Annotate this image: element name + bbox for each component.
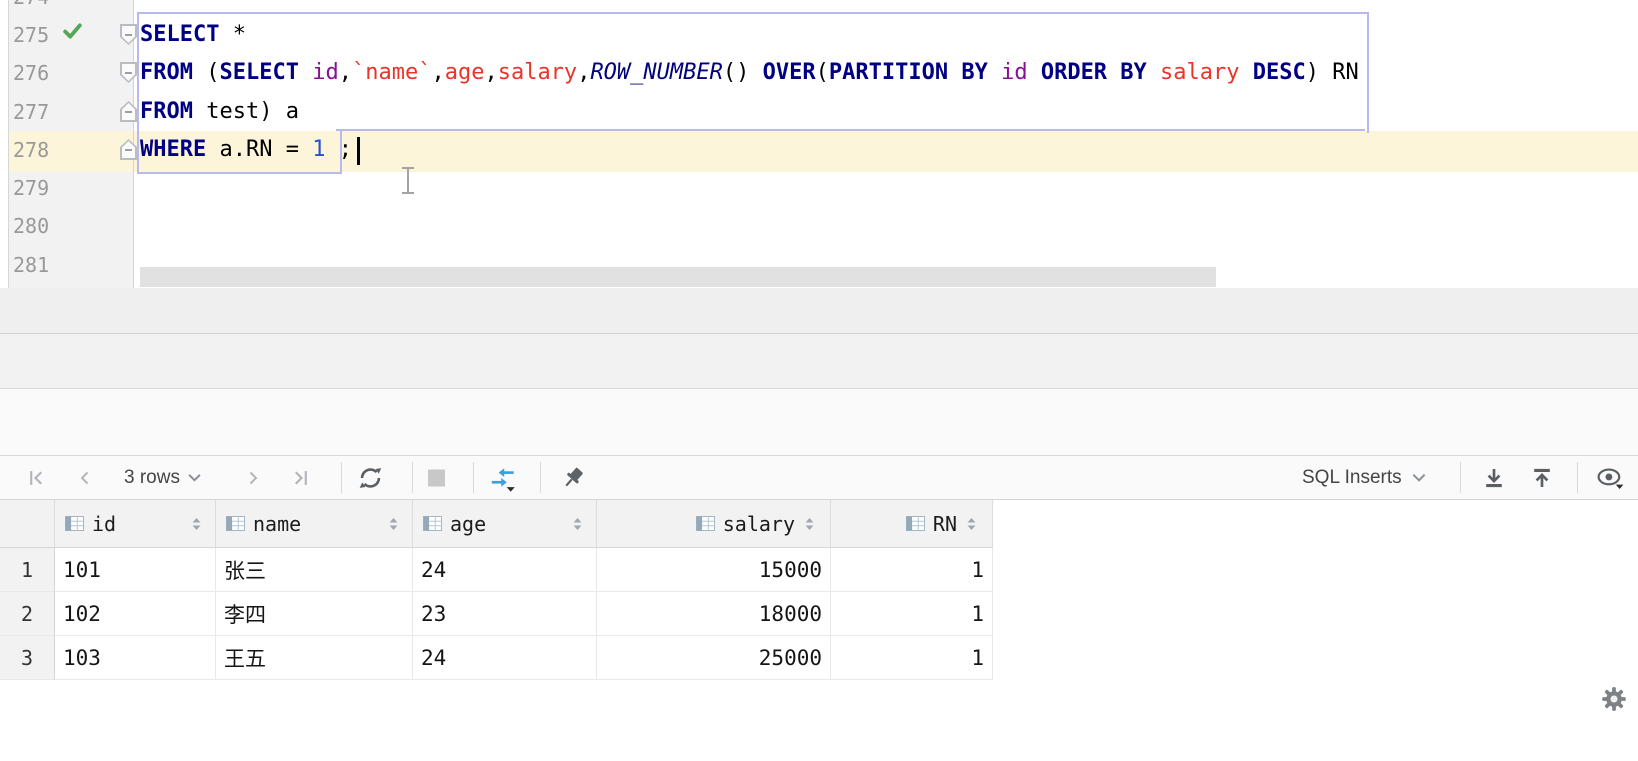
view-options-button[interactable]	[1596, 467, 1624, 489]
column-icon	[696, 516, 715, 531]
mouse-ibeam-cursor	[400, 167, 416, 194]
statement-executed-check-icon	[62, 22, 83, 45]
column-icon	[65, 516, 84, 531]
fold-region-start-marker[interactable]	[120, 24, 137, 45]
datagrip-window: 274 275 276 277 278 279 280 281 SELECT *…	[0, 0, 1638, 761]
first-page-button[interactable]	[26, 468, 47, 487]
toolbar-separator	[473, 462, 474, 493]
sort-arrows-icon[interactable]	[192, 517, 201, 531]
cell-age[interactable]: 24	[413, 548, 597, 592]
result-toolbar: 3 rows	[0, 456, 1638, 499]
sort-arrows-icon[interactable]	[573, 517, 582, 531]
export-download-button[interactable]	[1482, 466, 1506, 490]
page-size-dropdown[interactable]: 3 rows	[124, 467, 201, 489]
fold-region-start-marker[interactable]	[120, 62, 137, 83]
column-label: RN	[933, 512, 957, 536]
column-label: name	[253, 512, 301, 536]
code-line-277: FROM test) a	[140, 98, 299, 126]
cell-rn[interactable]: 1	[831, 548, 993, 592]
toolbar-separator	[412, 462, 413, 493]
cell-age[interactable]: 24	[413, 636, 597, 680]
cell-name[interactable]: 李四	[216, 592, 413, 636]
statement-highlight-box-edge	[336, 129, 1365, 131]
result-tab-bar: >↓ Output Result 64 ×	[0, 389, 1638, 455]
cell-name[interactable]: 王五	[216, 636, 413, 680]
code-line-276: FROM (SELECT id,`name`,age,salary,ROW_NU…	[140, 59, 1359, 87]
export-format-dropdown[interactable]: SQL Inserts	[1302, 467, 1426, 489]
stop-icon	[428, 469, 445, 486]
compare-data-button[interactable]	[489, 464, 517, 491]
previous-page-button[interactable]	[76, 468, 94, 487]
rows-count-label: 3 rows	[124, 467, 180, 489]
chevron-down-icon	[1412, 473, 1426, 482]
editor-horizontal-scrollbar[interactable]	[140, 267, 1216, 287]
reload-page-button[interactable]	[357, 464, 384, 491]
stop-button	[428, 469, 445, 486]
sql-editor[interactable]: 274 275 276 277 278 279 280 281 SELECT *…	[0, 0, 1638, 333]
editor-bottom-strip	[0, 288, 1638, 333]
import-upload-button[interactable]	[1530, 466, 1554, 490]
toolbar-separator	[540, 462, 541, 493]
column-label: id	[92, 512, 116, 536]
toolbar-separator	[1577, 462, 1578, 493]
cell-id[interactable]: 102	[55, 592, 216, 636]
cell-id[interactable]: 103	[55, 636, 216, 680]
upload-icon	[1530, 466, 1554, 490]
line-number: 274	[13, 0, 83, 10]
code-line-275: SELECT *	[140, 21, 246, 49]
sort-arrows-icon[interactable]	[967, 517, 976, 531]
column-label: salary	[723, 512, 795, 536]
last-page-button[interactable]	[290, 468, 311, 487]
toolbar-separator	[1460, 462, 1461, 493]
cell-rn[interactable]: 1	[831, 592, 993, 636]
line-number: 281	[13, 252, 83, 278]
row-number: 1	[0, 548, 55, 592]
chevron-down-icon	[188, 473, 201, 482]
column-label: age	[450, 512, 486, 536]
code-line-278: WHERE a.RN = 1 ;	[140, 136, 352, 164]
eye-icon	[1596, 467, 1624, 489]
line-number: 280	[13, 213, 83, 239]
line-number: 278	[13, 137, 83, 163]
column-header-salary[interactable]: salary	[597, 500, 831, 548]
line-number: 276	[13, 60, 83, 86]
toolbar-separator	[341, 462, 342, 493]
cell-salary[interactable]: 18000	[597, 592, 831, 636]
column-icon	[226, 516, 245, 531]
sort-arrows-icon[interactable]	[389, 517, 398, 531]
column-header-rn[interactable]: RN	[831, 500, 993, 548]
export-format-label: SQL Inserts	[1302, 467, 1402, 489]
tool-window-header	[0, 334, 1638, 388]
sort-arrows-icon[interactable]	[805, 517, 814, 531]
text-caret	[357, 137, 360, 165]
cell-rn[interactable]: 1	[831, 636, 993, 680]
cell-salary[interactable]: 15000	[597, 548, 831, 592]
column-header-name[interactable]: name	[216, 500, 413, 548]
line-number: 277	[13, 99, 83, 125]
column-header-id[interactable]: id	[55, 500, 216, 548]
download-icon	[1482, 466, 1506, 490]
fold-region-end-marker[interactable]	[120, 101, 137, 122]
row-number: 3	[0, 636, 55, 680]
cell-name[interactable]: 张三	[216, 548, 413, 592]
fold-region-end-marker[interactable]	[120, 139, 137, 160]
column-header-age[interactable]: age	[413, 500, 597, 548]
row-number-header	[0, 500, 55, 548]
gear-icon[interactable]	[1601, 686, 1627, 712]
next-page-button[interactable]	[244, 468, 262, 487]
cell-id[interactable]: 101	[55, 548, 216, 592]
column-icon	[906, 516, 925, 531]
row-number: 2	[0, 592, 55, 636]
cell-salary[interactable]: 25000	[597, 636, 831, 680]
line-number: 279	[13, 175, 83, 201]
column-icon	[423, 516, 442, 531]
pin-tab-button[interactable]	[560, 465, 586, 491]
cell-age[interactable]: 23	[413, 592, 597, 636]
